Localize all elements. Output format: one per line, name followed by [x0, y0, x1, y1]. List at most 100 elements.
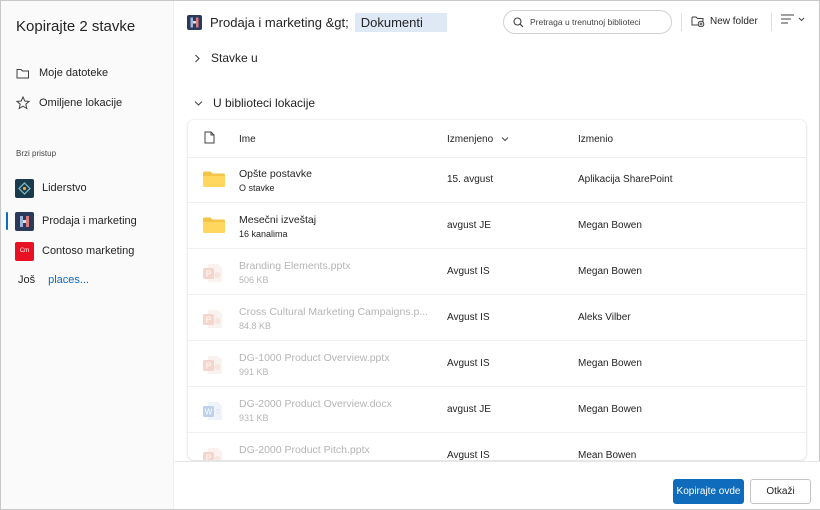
row-name: Branding Elements.pptx: [239, 260, 351, 272]
row-detail: 931 KB: [239, 413, 269, 423]
site-item-contoso-marketing[interactable]: Cm Contoso marketing: [1, 238, 173, 264]
column-header-modified[interactable]: Izmenjeno: [447, 134, 509, 145]
row-modified: Avgust IS: [447, 266, 490, 277]
list-view-icon: [781, 14, 794, 24]
folder-icon: [202, 170, 228, 192]
column-header-modified-label: Izmenjeno: [447, 134, 494, 145]
chevron-down-icon: [194, 100, 203, 106]
chevron-down-icon: [798, 17, 805, 21]
sort-down-icon: [501, 137, 509, 142]
row-modified-by: Megan Bowen: [578, 266, 642, 277]
folder-icon: [202, 216, 228, 238]
file-list: Ime Izmenjeno Izmenio Opšte postavke O st…: [188, 120, 806, 460]
table-header: Ime Izmenjeno Izmenio: [188, 120, 806, 158]
row-modified: avgust JE: [447, 220, 491, 231]
new-folder-icon: [691, 16, 705, 27]
row-detail: O stavke: [239, 183, 275, 193]
nav-favorites-label: Omiljene lokacije: [39, 97, 123, 109]
group-in-library[interactable]: U biblioteci lokacije: [194, 93, 315, 113]
svg-text:P: P: [206, 454, 211, 461]
svg-text:W: W: [205, 408, 213, 417]
row-modified-by: Aleks Vilber: [578, 312, 631, 323]
row-modified-by: Megan Bowen: [578, 358, 642, 369]
table-row: P DG-1000 Product Overview.pptx 991 KB Avgu…: [188, 342, 806, 387]
cancel-button[interactable]: Otkaži: [750, 479, 811, 504]
nav-my-files[interactable]: Moje datoteke: [15, 62, 108, 84]
site-label: Liderstvo: [42, 182, 87, 194]
row-modified: 15. avgust: [447, 174, 494, 185]
powerpoint-file-icon: P: [202, 354, 228, 376]
table-row: P Branding Elements.pptx 506 KB Avgust IS Me…: [188, 250, 806, 295]
search-placeholder: Pretraga u trenutnoj biblioteci: [530, 17, 641, 27]
search-icon: [513, 16, 524, 27]
nav-my-files-label: Moje datoteke: [39, 67, 109, 79]
search-input[interactable]: Pretraga u trenutnoj biblioteci: [503, 10, 672, 34]
row-detail: 1.2 MB: [239, 459, 268, 460]
chevron-right-icon: [195, 54, 200, 62]
table-row: P Cross Cultural Marketing Campaigns.p...…: [188, 296, 806, 341]
site-logo-icon: [187, 14, 202, 30]
row-modified: Avgust IS: [447, 358, 490, 369]
folder-icon: [15, 65, 31, 81]
row-modified-by: Megan Bowen: [578, 220, 642, 231]
row-modified-by: Mean Bowen: [578, 450, 637, 460]
site-label: Contoso marketing: [42, 245, 135, 257]
divider: [681, 13, 682, 31]
table-row[interactable]: Mesečni izveštaj 16 kanalima avgust JE Mega…: [188, 204, 806, 249]
divider: [771, 13, 772, 31]
row-detail: 16 kanalima: [239, 229, 288, 239]
left-pane: Kopirajte 2 stavke Moje datoteke Omiljen…: [1, 1, 174, 509]
view-options-button[interactable]: [781, 14, 805, 24]
star-icon: [15, 95, 31, 111]
row-modified: Avgust IS: [447, 312, 490, 323]
site-logo-icon: [15, 178, 34, 198]
row-name: DG-2000 Product Pitch.pptx: [239, 444, 370, 456]
group-in-library-label: U biblioteci lokacije: [213, 96, 316, 110]
row-name: DG-2000 Product Overview.docx: [239, 398, 392, 410]
file-type-icon: [204, 131, 215, 147]
svg-text:P: P: [206, 270, 211, 279]
powerpoint-file-icon: P: [202, 262, 228, 284]
row-detail: 991 KB: [239, 367, 269, 377]
site-logo-icon: [15, 211, 34, 231]
powerpoint-file-icon: P: [202, 308, 228, 330]
copy-dialog: Kopirajte 2 stavke Moje datoteke Omiljen…: [0, 0, 820, 510]
group-items-in-label: Stavke u: [211, 51, 258, 65]
site-label: Prodaja i marketing: [42, 215, 137, 227]
new-folder-button[interactable]: New folder: [691, 12, 758, 30]
new-folder-label: New folder: [710, 15, 758, 27]
site-logo-icon: Cm: [15, 241, 34, 261]
row-modified-by: Megan Bowen: [578, 404, 642, 415]
row-detail: 84.8 KB: [239, 321, 272, 331]
word-file-icon: W: [202, 400, 228, 422]
more-places-link[interactable]: places...: [48, 274, 89, 286]
breadcrumb: Prodaja i marketing &gt; Dokumenti: [187, 11, 447, 33]
site-item-sales-marketing[interactable]: Prodaja i marketing: [1, 208, 173, 234]
more-places: Još places...: [18, 274, 89, 286]
copy-here-button[interactable]: Kopirajte ovde: [673, 479, 744, 504]
group-items-in[interactable]: Stavke u: [194, 48, 258, 68]
row-detail: 506 KB: [239, 275, 269, 285]
dialog-title: Kopirajte 2 stavke: [16, 18, 136, 35]
quick-access-label: Brzi pristup: [16, 149, 57, 158]
row-name: Cross Cultural Marketing Campaigns.p...: [239, 306, 429, 318]
row-modified-by: Aplikacija SharePoint: [578, 174, 673, 185]
row-name: Opšte postavke: [239, 168, 312, 180]
table-row: P DG-2000 Product Pitch.pptx 1.2 MB Avgust …: [188, 434, 806, 460]
row-name: DG-1000 Product Overview.pptx: [239, 352, 390, 364]
site-item-leadership[interactable]: Liderstvo: [1, 175, 173, 201]
breadcrumb-site[interactable]: Prodaja i marketing &gt;: [210, 15, 349, 30]
table-row: W DG-2000 Product Overview.docx 931 KB avgu…: [188, 388, 806, 433]
table-row[interactable]: Opšte postavke O stavke 15. avgust Aplikaci…: [188, 158, 806, 203]
column-header-modified-by[interactable]: Izmenio: [578, 134, 613, 145]
nav-favorites[interactable]: Omiljene lokacije: [15, 92, 122, 114]
more-prefix: Još: [18, 274, 36, 286]
row-modified: Avgust IS: [447, 450, 490, 460]
svg-text:P: P: [206, 316, 211, 325]
row-modified: avgust JE: [447, 404, 491, 415]
powerpoint-file-icon: P: [202, 446, 228, 460]
breadcrumb-current: Dokumenti: [354, 12, 447, 32]
row-name: Mesečni izveštaj: [239, 214, 317, 226]
column-header-name[interactable]: Ime: [239, 134, 256, 145]
svg-text:P: P: [206, 362, 211, 371]
